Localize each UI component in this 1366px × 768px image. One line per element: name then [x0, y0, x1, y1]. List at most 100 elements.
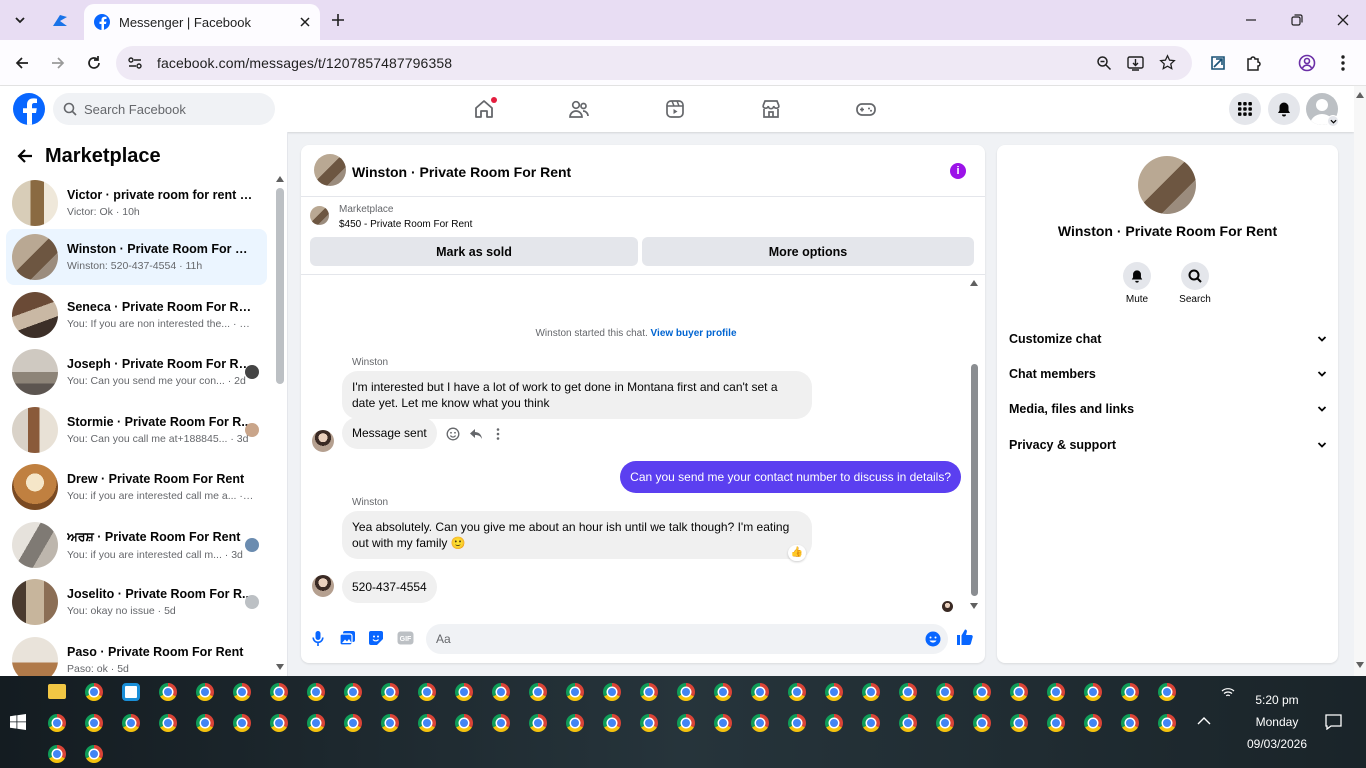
- pinned-app-tab[interactable]: [46, 8, 74, 34]
- zoom-icon[interactable]: [1096, 55, 1112, 71]
- send-like-button[interactable]: [956, 628, 974, 646]
- chrome-taskbar-icon[interactable]: [1158, 714, 1176, 732]
- chrome-taskbar-icon[interactable]: [1158, 683, 1176, 701]
- chrome-taskbar-icon[interactable]: [566, 683, 584, 701]
- chrome-taskbar-icon[interactable]: [529, 714, 547, 732]
- scroll-down-icon[interactable]: [970, 603, 978, 609]
- forward-button[interactable]: [45, 50, 71, 76]
- chat-title[interactable]: Winston · Private Room For Rent: [352, 164, 571, 180]
- message-reaction[interactable]: 👍: [788, 545, 806, 561]
- profile-photo[interactable]: [1138, 156, 1196, 214]
- conversation-item[interactable]: Seneca · Private Room For Rent You: If yo…: [6, 287, 267, 343]
- chrome-taskbar-icon[interactable]: [381, 714, 399, 732]
- chrome-taskbar-icon[interactable]: [714, 714, 732, 732]
- conversation-item[interactable]: Drew · Private Room For Rent You: if you …: [6, 459, 267, 515]
- media-files-links-section[interactable]: Media, files and links: [1009, 399, 1327, 419]
- chat-avatar[interactable]: [314, 154, 346, 186]
- attach-photo-button[interactable]: [338, 629, 356, 647]
- page-scrollbar[interactable]: [1354, 86, 1366, 676]
- chevron-up-icon[interactable]: [1197, 716, 1211, 726]
- chrome-taskbar-icon[interactable]: [751, 683, 769, 701]
- conversation-item[interactable]: ਅਰਸ਼ · Private Room For Rent You: if you …: [6, 517, 267, 573]
- chrome-taskbar-icon[interactable]: [85, 714, 103, 732]
- search-in-conversation-button[interactable]: Search: [1170, 262, 1220, 305]
- system-clock[interactable]: 5:20 pm Monday 09/03/2026: [1232, 689, 1322, 755]
- nav-gaming[interactable]: [849, 92, 883, 126]
- chrome-taskbar-icon[interactable]: [307, 683, 325, 701]
- file-explorer-icon[interactable]: [48, 684, 66, 699]
- chrome-taskbar-icon[interactable]: [714, 683, 732, 701]
- chrome-taskbar-icon[interactable]: [603, 714, 621, 732]
- minimize-button[interactable]: [1228, 4, 1274, 36]
- view-buyer-profile-link[interactable]: View buyer profile: [651, 328, 737, 339]
- chrome-taskbar-icon[interactable]: [1121, 714, 1139, 732]
- notification-center-icon[interactable]: [1325, 714, 1342, 730]
- menu-button[interactable]: [1229, 93, 1261, 125]
- chrome-taskbar-icon[interactable]: [936, 683, 954, 701]
- privacy-support-section[interactable]: Privacy & support: [1009, 435, 1327, 455]
- chrome-taskbar-icon[interactable]: [196, 714, 214, 732]
- new-tab-button[interactable]: [326, 8, 350, 32]
- chrome-taskbar-icon[interactable]: [677, 683, 695, 701]
- conversation-item[interactable]: Paso · Private Room For Rent Paso: ok · 5…: [6, 632, 267, 676]
- chrome-taskbar-icon[interactable]: [233, 683, 251, 701]
- scroll-up-icon[interactable]: [970, 280, 978, 286]
- facebook-search-input[interactable]: [84, 101, 264, 117]
- message-input[interactable]: [436, 632, 886, 646]
- chrome-taskbar-icon[interactable]: [233, 714, 251, 732]
- chrome-taskbar-icon[interactable]: [455, 714, 473, 732]
- mute-button[interactable]: Mute: [1112, 262, 1162, 305]
- scroll-up-icon[interactable]: [1356, 92, 1364, 98]
- conversation-item-active[interactable]: Winston · Private Room For Rent Winston: …: [6, 229, 267, 285]
- chrome-taskbar-icon[interactable]: [381, 683, 399, 701]
- chrome-taskbar-icon[interactable]: [936, 714, 954, 732]
- tab-search-button[interactable]: [6, 6, 34, 34]
- react-emoji-icon[interactable]: [446, 427, 460, 441]
- chrome-taskbar-icon[interactable]: [85, 683, 103, 701]
- customize-chat-section[interactable]: Customize chat: [1009, 329, 1327, 349]
- chrome-taskbar-icon[interactable]: [1047, 683, 1065, 701]
- incoming-message[interactable]: I'm interested but I have a lot of work …: [342, 371, 812, 419]
- site-settings-icon[interactable]: [127, 55, 143, 71]
- scroll-down-icon[interactable]: [276, 664, 284, 670]
- chrome-taskbar-icon[interactable]: [899, 714, 917, 732]
- chrome-taskbar-icon[interactable]: [1047, 714, 1065, 732]
- sidebar-scrollbar[interactable]: [276, 188, 284, 384]
- bookmark-star-icon[interactable]: [1159, 54, 1176, 71]
- chrome-taskbar-icon[interactable]: [825, 714, 843, 732]
- chrome-taskbar-icon[interactable]: [529, 683, 547, 701]
- chrome-taskbar-icon[interactable]: [344, 714, 362, 732]
- chrome-taskbar-icon[interactable]: [566, 714, 584, 732]
- close-tab-icon[interactable]: [300, 17, 310, 27]
- notifications-button[interactable]: [1268, 93, 1300, 125]
- emoji-icon[interactable]: [925, 631, 941, 647]
- chrome-taskbar-icon[interactable]: [1010, 714, 1028, 732]
- account-chevron[interactable]: [1327, 115, 1339, 127]
- restore-button[interactable]: [1274, 4, 1320, 36]
- app-shortcut-icon[interactable]: [122, 683, 140, 701]
- chrome-taskbar-icon[interactable]: [48, 745, 66, 763]
- scroll-up-icon[interactable]: [276, 176, 284, 182]
- chrome-taskbar-icon[interactable]: [640, 683, 658, 701]
- back-button[interactable]: [9, 50, 35, 76]
- incoming-message[interactable]: Message sent: [342, 417, 437, 449]
- extensions-menu-button[interactable]: [1241, 50, 1267, 76]
- chrome-taskbar-icon[interactable]: [85, 745, 103, 763]
- info-icon[interactable]: i: [950, 163, 966, 179]
- nav-home[interactable]: [467, 92, 501, 126]
- incoming-message[interactable]: Yea absolutely. Can you give me about an…: [342, 511, 812, 559]
- close-window-button[interactable]: [1320, 4, 1366, 36]
- chrome-taskbar-icon[interactable]: [677, 714, 695, 732]
- address-bar[interactable]: facebook.com/messages/t/1207857487796358: [116, 46, 1192, 80]
- chrome-taskbar-icon[interactable]: [788, 714, 806, 732]
- listing-price-title[interactable]: $450 - Private Room For Rent: [339, 219, 472, 230]
- browser-menu-button[interactable]: [1330, 50, 1356, 76]
- chrome-taskbar-icon[interactable]: [196, 683, 214, 701]
- chat-members-section[interactable]: Chat members: [1009, 364, 1327, 384]
- chrome-taskbar-icon[interactable]: [270, 683, 288, 701]
- voice-clip-button[interactable]: [309, 629, 327, 647]
- windows-start-button[interactable]: [10, 714, 26, 730]
- chrome-taskbar-icon[interactable]: [973, 714, 991, 732]
- chrome-taskbar-icon[interactable]: [344, 683, 362, 701]
- chrome-taskbar-icon[interactable]: [640, 714, 658, 732]
